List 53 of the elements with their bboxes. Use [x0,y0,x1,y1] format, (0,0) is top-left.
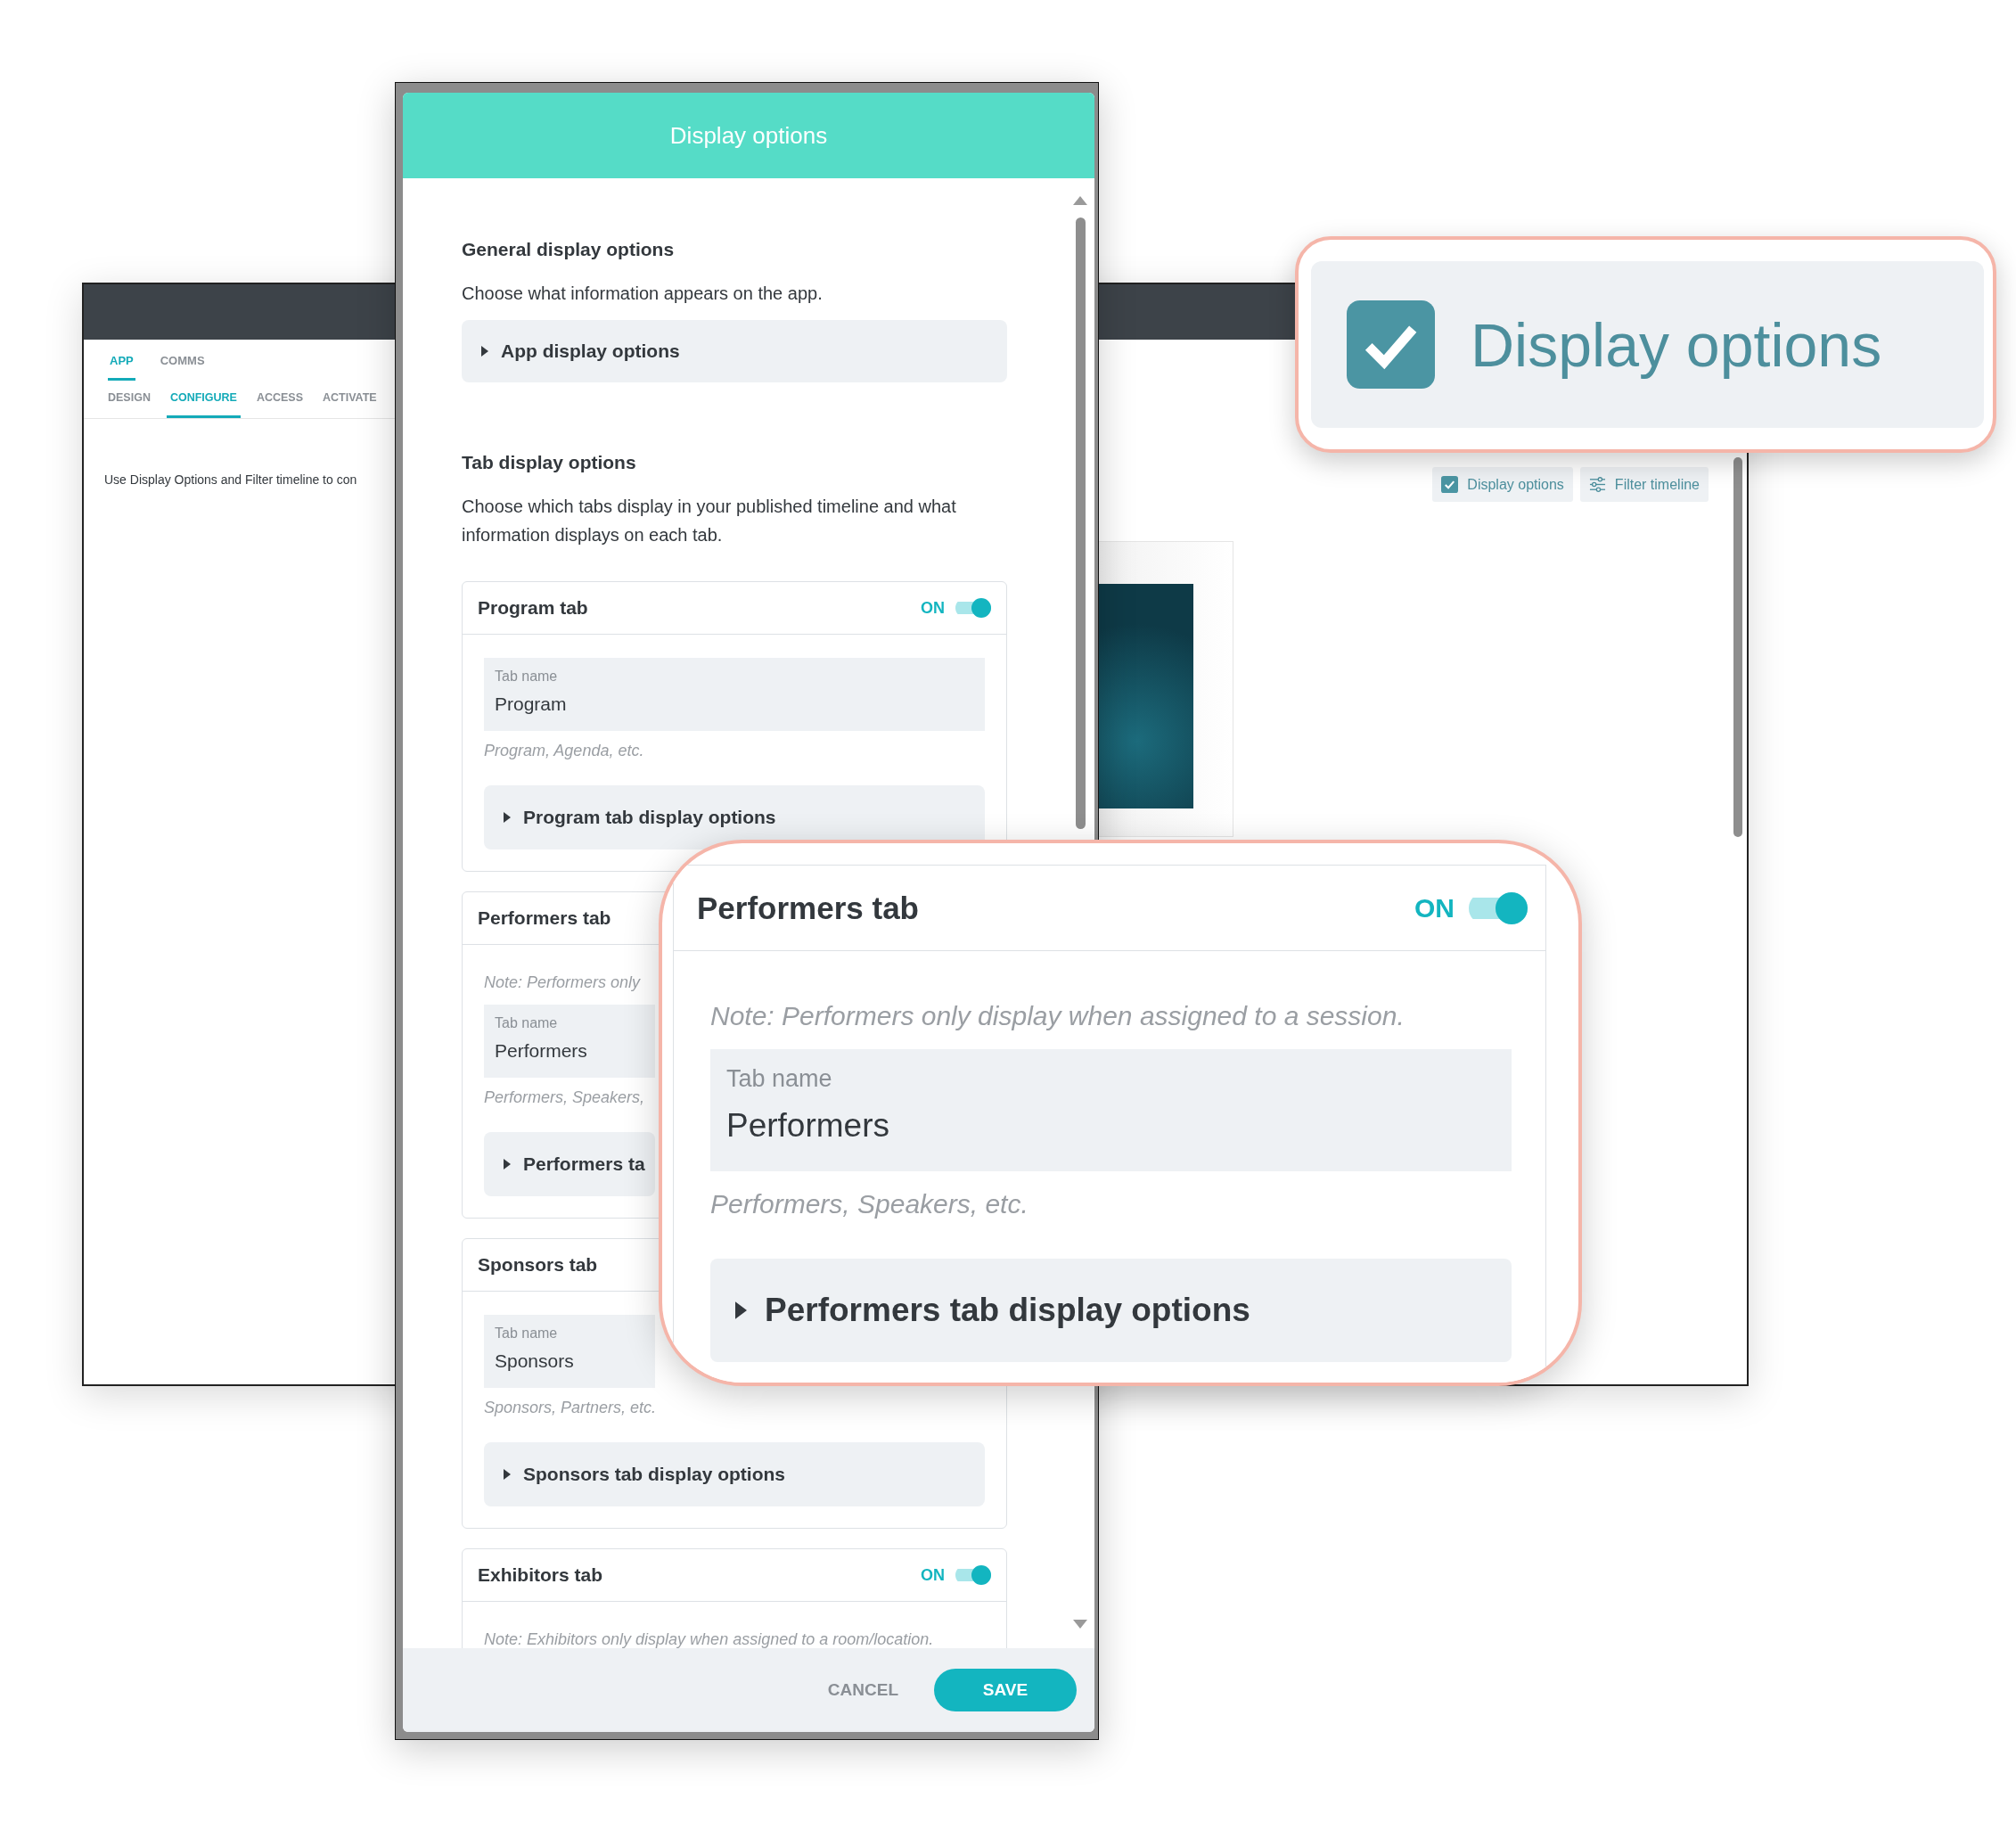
section-description: Choose which tabs display in your published timeline and what information displays on each tab. [462,496,957,546]
note-text: Note: Performers only display when assigned to a session. [710,1001,1405,1031]
card-title: Program tab [478,597,588,619]
caret-icon [481,346,488,357]
hint-text: Sponsors, Partners, etc. [484,1399,658,1417]
scroll-up-icon[interactable] [1073,196,1087,205]
intro-text: Use Display Options and Filter timeline to con [104,472,358,487]
toggle-label: ON [921,598,945,618]
card-title: Sponsors tab [478,1254,598,1276]
accordion-button[interactable]: Performers tab display options [710,1259,1512,1362]
tab[interactable]: DESIGN [104,381,154,418]
tab[interactable]: ACTIVATE [319,381,381,418]
accordion-button[interactable]: Program tab display options [484,785,985,849]
card-title: Performers tab [478,907,611,929]
tab[interactable]: APP [108,340,135,381]
caret-icon [735,1301,747,1319]
caret-icon [504,1159,511,1170]
save-button[interactable]: SAVE [934,1669,1077,1711]
toggle-label: ON [921,1565,945,1585]
accordion-button[interactable]: App display options [462,320,1007,382]
tab[interactable]: COMMS [158,340,207,381]
hint-text: Program, Agenda, etc. [484,742,645,760]
hint-text: Performers, Speakers, etc. [710,1189,1029,1219]
toolbar-button[interactable]: Display options [1432,467,1573,502]
section-heading: Tab display options [462,452,637,473]
note-text: Note: Exhibitors only display when assigned to a room/location. [484,1630,935,1648]
toolbar-button[interactable]: Filter timeline [1579,467,1709,502]
tab[interactable]: ACCESS [252,381,307,418]
card-title: Performers tab [697,890,919,926]
checkbox-icon[interactable] [1347,300,1435,389]
hint-text: Performers, Speakers, [484,1088,646,1107]
cancel-button[interactable]: CANCEL [822,1679,904,1701]
filter-icon [1588,476,1606,493]
input-field[interactable]: Tab name Performers [710,1049,1512,1171]
tab[interactable]: CONFIGURE [166,381,241,418]
scrollbar[interactable] [1733,457,1742,837]
scrollbar-thumb[interactable] [1075,217,1086,829]
modal-title: Display options [669,121,828,150]
accordion-button[interactable]: Sponsors tab display options [484,1442,985,1506]
caret-icon [504,812,511,823]
card-title: Exhibitors tab [478,1564,603,1586]
option-label: Display options [1471,309,1882,380]
input-field[interactable]: Tab name Sponsors [484,1315,655,1388]
checkbox-icon[interactable] [1441,476,1459,493]
input-field[interactable]: Tab name Program [484,658,985,731]
caret-icon [504,1469,511,1480]
scroll-down-icon[interactable] [1073,1620,1087,1629]
input-field[interactable]: Tab name Performers [484,1005,655,1078]
toggle-label: ON [1414,892,1455,923]
note-text: Note: Performers only [484,973,642,992]
accordion-button[interactable]: Performers ta [484,1132,655,1196]
section-heading: General display options [462,239,676,260]
section-description: Choose what information appears on the app. [462,283,824,305]
